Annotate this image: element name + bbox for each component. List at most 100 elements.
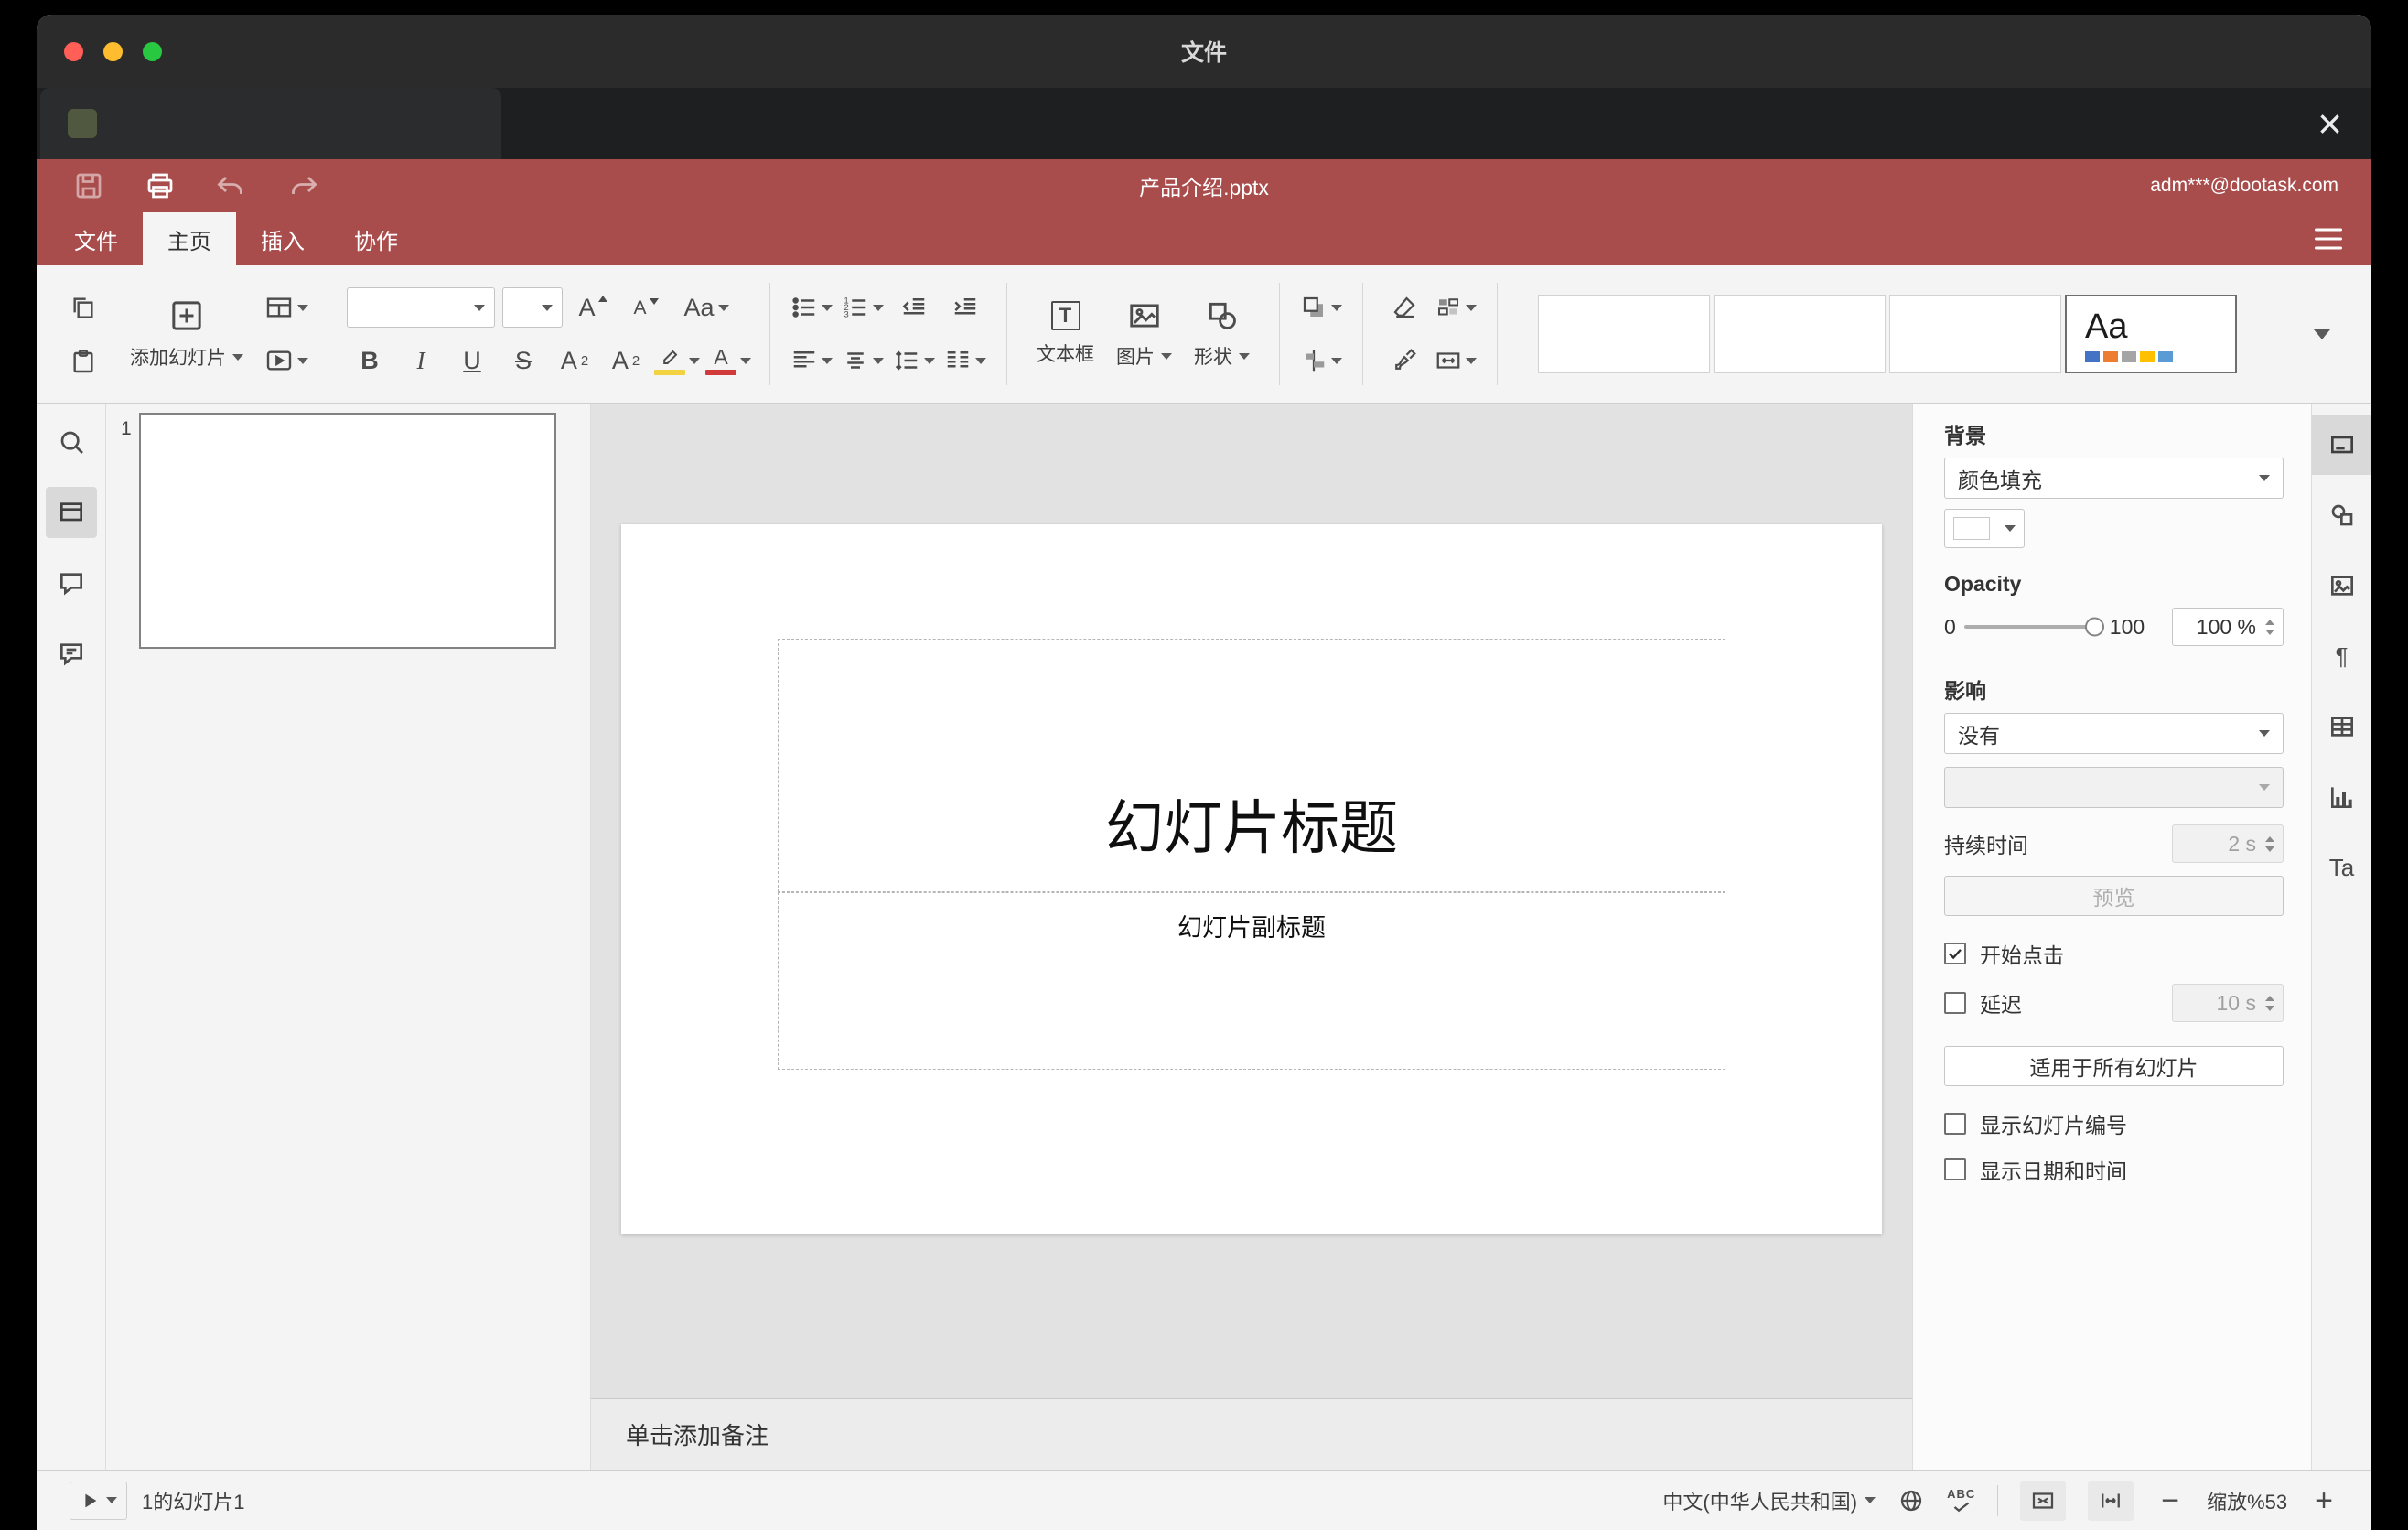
opacity-slider[interactable]	[1963, 617, 2104, 637]
fit-slide-button[interactable]	[2020, 1480, 2067, 1521]
comments-button[interactable]	[46, 557, 97, 609]
theme-gallery-expand-button[interactable]	[2296, 308, 2348, 360]
spell-check-button[interactable]: ABC	[1947, 1488, 1975, 1513]
image-settings-tab[interactable]	[2312, 555, 2371, 616]
font-color-button[interactable]: A	[705, 338, 751, 383]
subtitle-placeholder[interactable]: 幻灯片副标题	[778, 892, 1725, 1070]
close-icon[interactable]: ×	[2317, 102, 2342, 145]
language-selector[interactable]: 中文(中华人民共和国)	[1662, 1486, 1876, 1515]
start-slideshow-button[interactable]	[263, 338, 309, 383]
slide-layout-button[interactable]	[263, 285, 309, 330]
columns-button[interactable]	[942, 338, 988, 383]
increase-font-button[interactable]: A	[570, 285, 616, 330]
zoom-out-button[interactable]: −	[2155, 1485, 2185, 1516]
show-date-time-checkbox[interactable]	[1944, 1158, 1966, 1180]
print-button[interactable]	[139, 165, 181, 207]
delay-checkbox[interactable]	[1944, 992, 1966, 1014]
zoom-window-button[interactable]	[143, 41, 162, 61]
shape-settings-tab[interactable]	[2312, 485, 2371, 545]
fit-width-button[interactable]	[2088, 1480, 2134, 1521]
chevron-down-icon	[822, 304, 833, 311]
highlight-color-button[interactable]	[654, 338, 700, 383]
bold-button[interactable]: B	[347, 338, 392, 383]
search-button[interactable]	[46, 416, 97, 468]
slide-canvas[interactable]: 幻灯片标题 幻灯片副标题	[621, 524, 1882, 1234]
tab-file[interactable]: 文件	[49, 212, 143, 265]
zoom-in-button[interactable]: +	[2309, 1485, 2338, 1516]
minimize-window-button[interactable]	[103, 41, 123, 61]
theme-tile-1[interactable]	[1538, 295, 1710, 373]
title-placeholder[interactable]: 幻灯片标题	[778, 639, 1725, 892]
clear-style-button[interactable]	[1381, 285, 1427, 330]
slide-settings-tab[interactable]	[2312, 415, 2371, 475]
close-window-button[interactable]	[64, 41, 83, 61]
theme-tile-4-selected[interactable]: Aa	[2065, 295, 2237, 373]
add-slide-button[interactable]: 添加幻灯片	[119, 285, 254, 383]
copy-button[interactable]	[60, 285, 106, 330]
start-on-click-checkbox[interactable]	[1944, 943, 1966, 964]
arrange-shape-button[interactable]	[1298, 285, 1344, 330]
theme-gallery: Aa	[1538, 295, 2237, 373]
copy-style-button[interactable]	[1381, 338, 1427, 383]
spinner-arrows-icon[interactable]	[2265, 835, 2274, 852]
font-size-combo[interactable]	[502, 287, 563, 328]
chart-settings-tab[interactable]	[2312, 767, 2371, 827]
underline-button[interactable]: U	[449, 338, 495, 383]
menu-icon[interactable]	[2315, 228, 2342, 250]
decrease-indent-button[interactable]	[891, 285, 937, 330]
duration-spinner[interactable]: 2 s	[2172, 824, 2284, 863]
undo-button[interactable]	[210, 165, 253, 207]
chevron-down-icon	[873, 357, 884, 364]
italic-button[interactable]: I	[398, 338, 444, 383]
horizontal-align-button[interactable]	[789, 338, 834, 383]
paragraph-settings-tab[interactable]: ¶	[2312, 626, 2371, 686]
paste-button[interactable]	[60, 338, 106, 383]
delay-spinner[interactable]: 10 s	[2172, 984, 2284, 1022]
notes-area[interactable]: 单击添加备注	[591, 1398, 1912, 1470]
document-language-button[interactable]	[1897, 1487, 1925, 1514]
bullets-button[interactable]	[789, 285, 834, 330]
chevron-down-icon	[106, 1497, 117, 1503]
fill-color-picker[interactable]	[1944, 509, 2025, 548]
tab-insert[interactable]: 插入	[236, 212, 329, 265]
insert-textbox-button[interactable]: T 文本框	[1026, 285, 1105, 383]
slide-size-button[interactable]	[1433, 338, 1478, 383]
tab-collaboration[interactable]: 协作	[329, 212, 423, 265]
insert-image-button[interactable]: 图片	[1105, 285, 1183, 383]
slide-thumbnail-1[interactable]	[139, 413, 556, 649]
background-fill-select[interactable]: 颜色填充	[1944, 458, 2284, 499]
opacity-slider-knob[interactable]	[2084, 617, 2104, 637]
subscript-button[interactable]: A2	[603, 338, 649, 383]
save-button[interactable]	[68, 165, 110, 207]
textart-settings-tab[interactable]: Ta	[2312, 837, 2371, 898]
increase-indent-button[interactable]	[942, 285, 988, 330]
align-shape-button[interactable]	[1298, 338, 1344, 383]
tab-home[interactable]: 主页	[143, 212, 236, 265]
apply-to-all-slides-button[interactable]: 适用于所有幻灯片	[1944, 1046, 2284, 1086]
opacity-spinner[interactable]: 100 %	[2172, 608, 2284, 646]
show-slide-number-checkbox[interactable]	[1944, 1113, 1966, 1135]
effect-select[interactable]: 没有	[1944, 713, 2284, 754]
vertical-align-button[interactable]	[840, 338, 886, 383]
color-scheme-button[interactable]	[1433, 285, 1478, 330]
effect-variant-select[interactable]	[1944, 767, 2284, 808]
superscript-button[interactable]: A2	[552, 338, 597, 383]
start-slideshow-status-button[interactable]	[70, 1481, 127, 1520]
change-case-button[interactable]: Aa	[676, 285, 736, 330]
preview-button[interactable]: 预览	[1944, 876, 2284, 916]
spinner-arrows-icon[interactable]	[2265, 619, 2274, 635]
strikeout-button[interactable]: S	[500, 338, 546, 383]
insert-shape-button[interactable]: 形状	[1183, 285, 1261, 383]
line-spacing-button[interactable]	[891, 338, 937, 383]
theme-tile-3[interactable]	[1889, 295, 2061, 373]
numbering-button[interactable]: 123	[840, 285, 886, 330]
theme-tile-2[interactable]	[1714, 295, 1886, 373]
table-settings-tab[interactable]	[2312, 696, 2371, 757]
font-name-combo[interactable]	[347, 287, 495, 328]
slides-panel-button[interactable]	[45, 487, 97, 538]
chat-button[interactable]	[46, 628, 97, 679]
spinner-arrows-icon[interactable]	[2265, 995, 2274, 1011]
effect-value: 没有	[1958, 723, 2000, 748]
decrease-font-button[interactable]: A	[623, 285, 669, 330]
redo-button[interactable]	[282, 165, 324, 207]
